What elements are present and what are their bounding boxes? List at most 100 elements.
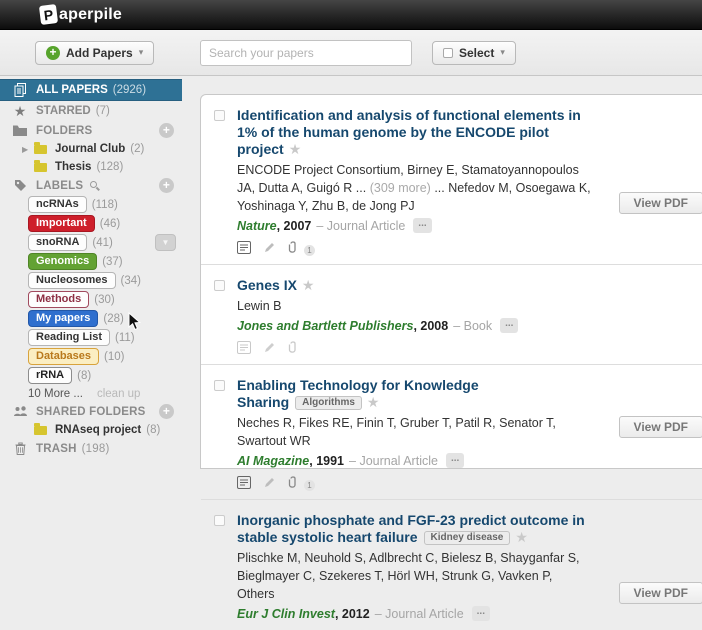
paper-checkbox[interactable] [214, 110, 225, 121]
sidebar-shared-rnaseq-project[interactable]: RNAseq project (8) [0, 421, 182, 439]
paperclip-icon[interactable] [288, 240, 298, 254]
sidebar-section-folders[interactable]: FOLDERS + [0, 121, 182, 140]
add-papers-label: Add Papers [66, 46, 133, 60]
add-shared-folder-button[interactable]: + [159, 404, 174, 419]
label-pill[interactable]: ncRNAs [28, 196, 87, 213]
sidebar-label-reading-list[interactable]: Reading List (11) [0, 328, 182, 347]
edit-pencil-icon[interactable] [263, 241, 276, 254]
paper-meta: Jones and Bartlett Publishers , 2008 – B… [237, 318, 591, 333]
label-badge[interactable]: Algorithms [295, 396, 362, 410]
sidebar-label-nucleosomes[interactable]: Nucleosomes (34) [0, 271, 182, 290]
paper-checkbox[interactable] [214, 515, 225, 526]
edit-pencil-icon[interactable] [263, 341, 276, 354]
sidebar-label-important[interactable]: Important (46) [0, 214, 182, 233]
star-icon[interactable]: ★ [367, 394, 380, 410]
sidebar-folder-thesis[interactable]: Thesis (128) [0, 158, 182, 176]
paperpile-logo[interactable]: P aperpile [40, 5, 122, 24]
journal-name[interactable]: AI Magazine [237, 454, 309, 468]
select-label: Select [459, 46, 494, 60]
paperclip-icon[interactable] [288, 340, 298, 354]
star-icon[interactable]: ★ [302, 277, 315, 293]
view-pdf-button[interactable]: View PDF [619, 416, 702, 438]
select-checkbox-icon [443, 48, 453, 58]
paper-row[interactable]: Inorganic phosphate and FGF-23 predict o… [201, 500, 702, 630]
paper-checkbox[interactable] [214, 280, 225, 291]
sidebar-label-my-papers[interactable]: My papers (28) [0, 309, 182, 328]
yellow-folder-icon [34, 163, 47, 172]
search-labels-icon[interactable] [90, 181, 97, 188]
paper-authors: Lewin B [237, 297, 591, 315]
clean-up-link[interactable]: clean up [97, 388, 140, 400]
label-count: (11) [115, 332, 135, 344]
paper-title-text: Inorganic phosphate and FGF-23 predict o… [237, 512, 585, 545]
label-badge[interactable]: Kidney disease [424, 531, 511, 545]
notes-icon[interactable] [237, 476, 251, 489]
more-options-button[interactable]: ... [472, 606, 490, 621]
add-folder-button[interactable]: + [159, 123, 174, 138]
label-count: (41) [92, 237, 112, 249]
view-pdf-button[interactable]: View PDF [619, 582, 702, 604]
sidebar-label-databases[interactable]: Databases (10) [0, 347, 182, 366]
more-options-button[interactable]: ... [446, 453, 464, 468]
publication-type: – Journal Article [375, 607, 464, 621]
sidebar-label-genomics[interactable]: Genomics (37) [0, 252, 182, 271]
more-options-button[interactable]: ... [413, 218, 431, 233]
notes-icon[interactable] [237, 341, 251, 354]
label-dropdown-button[interactable]: ▼ [155, 234, 176, 251]
sidebar-label-rrna[interactable]: rRNA (8) [0, 366, 182, 385]
folder-icon [12, 125, 28, 136]
label-pill[interactable]: Nucleosomes [28, 272, 116, 289]
more-labels-link[interactable]: 10 More ... [28, 388, 83, 400]
paperclip-icon[interactable] [288, 475, 298, 489]
authors-more-text[interactable]: (309 more) [370, 181, 431, 195]
label-pill[interactable]: Methods [28, 291, 89, 308]
label-pill[interactable]: snoRNA [28, 234, 87, 251]
label-count: (46) [100, 218, 120, 230]
label-pill[interactable]: Genomics [28, 253, 97, 270]
sidebar-folder-journal-club[interactable]: ▶ Journal Club (2) [0, 140, 182, 158]
sidebar-item-starred[interactable]: ★ STARRED (7) [0, 101, 182, 121]
publication-year: , 2012 [335, 607, 370, 621]
journal-name[interactable]: Eur J Clin Invest [237, 607, 335, 621]
expand-triangle-icon[interactable]: ▶ [22, 145, 28, 154]
sidebar-label-snorna[interactable]: snoRNA (41) ▼ [0, 233, 182, 252]
more-options-button[interactable]: ... [500, 318, 518, 333]
sidebar: ALL PAPERS (2926) ★ STARRED (7) FOLDERS … [0, 76, 182, 459]
sidebar-label-methods[interactable]: Methods (30) [0, 290, 182, 309]
sidebar-item-trash[interactable]: TRASH (198) [0, 439, 182, 458]
notes-icon[interactable] [237, 241, 251, 254]
add-papers-button[interactable]: + Add Papers ▾ [35, 41, 154, 65]
label-pill[interactable]: rRNA [28, 367, 72, 384]
paper-title[interactable]: Enabling Technology for Knowledge Sharin… [237, 377, 591, 411]
search-input[interactable] [200, 40, 412, 66]
paper-authors: Plischke M, Neuhold S, Adlbrecht C, Biel… [237, 549, 591, 603]
edit-pencil-icon[interactable] [263, 476, 276, 489]
publication-year: , 2008 [413, 319, 448, 333]
add-label-button[interactable]: + [159, 178, 174, 193]
paper-row[interactable]: Genes IX★ Lewin B Jones and Bartlett Pub… [201, 265, 702, 365]
label-pill[interactable]: Reading List [28, 329, 110, 346]
paper-row[interactable]: Identification and analysis of functiona… [201, 95, 702, 265]
paper-row[interactable]: Enabling Technology for Knowledge Sharin… [201, 365, 702, 500]
sidebar-section-labels[interactable]: LABELS + [0, 176, 182, 195]
star-icon[interactable]: ★ [515, 529, 528, 545]
add-plus-icon: + [46, 46, 60, 60]
sidebar-label-ncrnas[interactable]: ncRNAs (118) [0, 195, 182, 214]
paper-checkbox[interactable] [214, 380, 225, 391]
view-pdf-button[interactable]: View PDF [619, 192, 702, 214]
select-button[interactable]: Select ▾ [432, 41, 516, 65]
label-pill[interactable]: Databases [28, 348, 99, 365]
sidebar-more-labels: 10 More ... clean up [0, 385, 182, 402]
paper-title[interactable]: Inorganic phosphate and FGF-23 predict o… [237, 512, 591, 546]
paper-title[interactable]: Genes IX★ [237, 277, 591, 294]
journal-name[interactable]: Jones and Bartlett Publishers [237, 319, 413, 333]
folder-count: (128) [96, 161, 123, 173]
star-icon[interactable]: ★ [289, 141, 302, 157]
label-pill[interactable]: Important [28, 215, 95, 232]
journal-name[interactable]: Nature [237, 219, 277, 233]
label-pill[interactable]: My papers [28, 310, 98, 327]
paper-title[interactable]: Identification and analysis of functiona… [237, 107, 591, 158]
publication-year: , 1991 [309, 454, 344, 468]
sidebar-item-all-papers[interactable]: ALL PAPERS (2926) [0, 79, 182, 101]
sidebar-section-shared-folders[interactable]: SHARED FOLDERS + [0, 402, 182, 421]
